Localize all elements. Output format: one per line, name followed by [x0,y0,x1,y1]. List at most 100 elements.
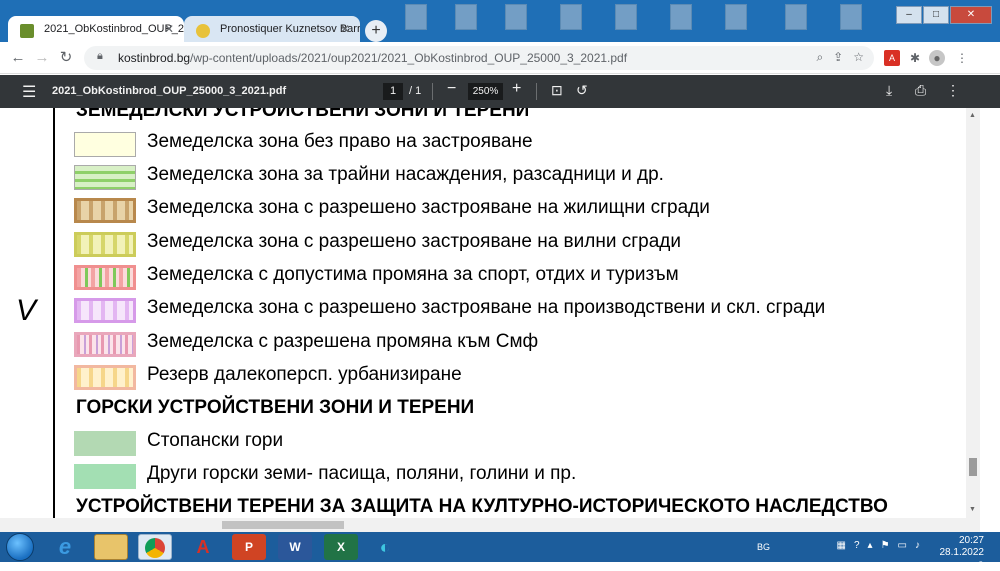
heritage-heading: УСТРОЙСТВЕНИ ТЕРЕНИ ЗА ЗАЩИТА НА КУЛТУРН… [76,496,888,517]
desktop-shortcut-icon [725,4,747,30]
legend-label: Земеделска зона без право на застрояване [147,131,533,152]
legend-swatch [74,165,136,190]
forest-zones-heading: ГОРСКИ УСТРОЙСТВЕНИ ЗОНИ И ТЕРЕНИ [76,397,475,418]
scroll-up-icon[interactable]: ▲ [969,112,976,119]
close-tab-icon[interactable]: ✕ [340,22,350,36]
legend-border-line [53,108,55,528]
vertical-scrollbar[interactable]: ▲ ▼ [966,108,980,528]
more-options-icon[interactable]: ⋮ [946,82,960,99]
pdf-toolbar: ☰ 2021_ObKostinbrod_OUP_25000_3_2021.pdf… [0,75,1000,108]
desktop-shortcut-icon [785,4,807,30]
download-icon[interactable]: ⤓ [886,82,892,99]
flag-icon[interactable]: ⚑ [881,540,890,551]
legend-swatch [74,365,136,390]
acrobat-extension-icon[interactable]: A [884,50,900,66]
monitor-icon[interactable]: ▭ [898,540,907,551]
legend-swatch [74,198,136,223]
browser-tab-strip: 2021_ObKostinbrod_OUP_25000 ✕ Pronostiqu… [0,0,1000,46]
page-number-input[interactable]: 1 [383,83,403,100]
legend-label: Земеделска с допустима промяна за спорт,… [147,264,679,285]
horizontal-scrollbar[interactable] [0,518,980,532]
excel-icon[interactable]: X [324,534,358,560]
legend-label: Земеделска зона с разрешено застрояване … [147,297,826,318]
start-button[interactable] [6,533,34,561]
hamburger-menu-icon[interactable]: ☰ [22,82,36,102]
network-icon[interactable]: ▦ [837,540,846,551]
forward-arrow-icon[interactable]: → [32,48,52,68]
legend-swatch [74,265,136,290]
page-count: / 1 [409,85,421,97]
pdf-page: ЗЕМЕДЕЛСКИ УСТРОЙСТВЕНИ ЗОНИ И ТЕРЕНИ Зе… [0,108,966,528]
clock-date: 28.1.2022 г. [939,547,985,570]
total-pages: 1 [415,85,422,97]
bookmark-star-icon[interactable]: ☆ [853,50,864,65]
zoom-out-button[interactable]: − [447,80,456,98]
clock[interactable]: 20:27 28.1.2022 г. [940,535,985,571]
scroll-down-icon[interactable]: ▼ [969,506,976,513]
legend-label: Други горски земи- пасища, поляни, голин… [147,463,577,484]
page-separator: / [409,85,413,97]
powerpoint-icon[interactable]: P [232,534,266,560]
chrome-icon[interactable] [138,534,172,560]
legend-label: Земеделска зона с разрешено застрояване … [147,231,682,252]
scroll-thumb[interactable] [969,458,977,476]
close-window-button[interactable]: ✕ [950,6,992,24]
legend-swatch [74,132,136,157]
close-tab-icon[interactable]: ✕ [164,22,174,36]
pdf-title: 2021_ObKostinbrod_OUP_25000_3_2021.pdf [52,85,287,97]
new-tab-button[interactable]: + [365,20,387,42]
word-icon[interactable]: W [278,534,312,560]
zoom-icon[interactable]: ⌕ [816,50,823,65]
maximize-button[interactable]: □ [923,6,949,24]
browser-toolbar: ← → ↻ 🔒︎ kostinbrod.bg/wp-content/upload… [0,42,1000,74]
share-icon[interactable]: ⇪ [833,50,843,65]
toolbar-divider [432,83,433,100]
print-icon[interactable]: ⎙ [915,82,926,99]
edge-icon[interactable]: ◐ [368,534,402,560]
rotate-icon[interactable]: ↺ [576,82,588,99]
site-favicon-icon [196,24,210,38]
desktop-shortcut-icon [615,4,637,30]
desktop-shortcut-icon [840,4,862,30]
help-icon[interactable]: ? [854,540,860,551]
volume-icon[interactable]: ♪ [915,540,920,551]
internet-explorer-icon[interactable]: e [48,534,82,560]
scroll-thumb[interactable] [222,521,344,529]
clock-time: 20:27 [958,535,984,546]
legend-label: Стопански гори [147,430,284,451]
zoom-level-input[interactable]: 250% [468,83,503,100]
pdf-viewport[interactable]: ЗЕМЕДЕЛСКИ УСТРОЙСТВЕНИ ЗОНИ И ТЕРЕНИ Зе… [0,108,1000,528]
reload-icon[interactable]: ↻ [56,48,76,68]
zoom-in-button[interactable]: + [512,80,521,98]
handwritten-checkmark: V [16,294,37,327]
legend-swatch [74,464,136,489]
profile-avatar-icon[interactable]: ● [929,50,945,66]
legend-swatch [74,431,136,456]
fit-page-icon[interactable]: ⊡ [551,82,563,99]
language-indicator[interactable]: BG [757,542,770,552]
legend-swatch [74,232,136,257]
desktop-shortcut-icon [405,4,427,30]
legend-label: Земеделска зона с разрешено застрояване … [147,197,710,218]
desktop-shortcut-icon [670,4,692,30]
file-explorer-icon[interactable] [94,534,128,560]
windows-taskbar: e A P W X ◐ BG ▦ ? ▴ ⚑ ▭ ♪ 20:27 28.1.20… [0,532,1000,570]
desktop-shortcut-icon [505,4,527,30]
legend-swatch [74,332,136,357]
address-bar[interactable]: 🔒︎ kostinbrod.bg/wp-content/uploads/2021… [84,46,874,70]
toolbar-divider [536,83,537,100]
agricultural-zones-heading: ЗЕМЕДЕЛСКИ УСТРОЙСТВЕНИ ЗОНИ И ТЕРЕНИ [76,108,530,121]
url-path: /wp-content/uploads/2021/oup2021/2021_Ob… [190,51,628,65]
desktop-shortcut-icon [455,4,477,30]
site-favicon-icon [20,24,34,38]
chrome-menu-icon[interactable]: ⋮ [954,50,970,66]
back-arrow-icon[interactable]: ← [8,48,28,68]
minimize-button[interactable]: – [896,6,922,24]
url-host: kostinbrod.bg [118,51,191,65]
legend-swatch [74,298,136,323]
tray-arrow-icon[interactable]: ▴ [868,540,873,551]
legend-label: Земеделска зона за трайни насаждения, ра… [147,164,664,185]
lock-icon: 🔒︎ [97,50,103,62]
extensions-puzzle-icon[interactable]: ✱ [907,50,923,66]
acrobat-reader-icon[interactable]: A [186,534,220,560]
